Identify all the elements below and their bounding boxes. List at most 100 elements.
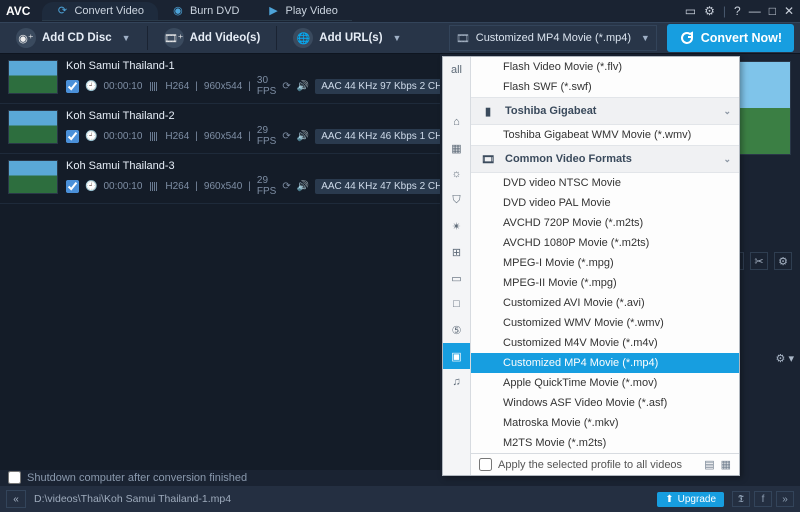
- profile-option[interactable]: MPEG-I Movie (*.mpg): [471, 253, 739, 273]
- profile-option[interactable]: Customized WMV Movie (*.wmv): [471, 313, 739, 333]
- add-cd-disc-button[interactable]: ◉⁺Add CD Disc▼: [6, 24, 141, 52]
- clock-icon: 🕘: [85, 131, 97, 142]
- profile-option[interactable]: Flash Video Movie (*.flv): [471, 57, 739, 77]
- video-checkbox[interactable]: [66, 180, 79, 193]
- profile-option[interactable]: DVD video NTSC Movie: [471, 173, 739, 193]
- video-fps: 29 FPS: [257, 175, 276, 197]
- minimize-button[interactable]: —: [749, 4, 761, 18]
- facebook-icon[interactable]: f: [754, 491, 772, 507]
- video-fps: 29 FPS: [257, 125, 276, 147]
- category-tab[interactable]: ⑤: [443, 317, 470, 343]
- output-settings-icon[interactable]: ⚙ ▾: [776, 352, 794, 365]
- settings-icon[interactable]: ⚙: [704, 4, 715, 18]
- scissors-icon[interactable]: ✂: [750, 252, 768, 270]
- video-resolution: 960x540: [204, 181, 242, 192]
- convert-now-button[interactable]: Convert Now!: [667, 24, 794, 52]
- video-checkbox[interactable]: [66, 80, 79, 93]
- video-item[interactable]: Koh Samui Thailand-1 🕘00:00:10 H264|960x…: [0, 54, 440, 104]
- profile-option[interactable]: MPEG-II Movie (*.mpg): [471, 273, 739, 293]
- speaker-icon: 🔊: [297, 181, 309, 192]
- refresh-icon: ⟳: [56, 5, 68, 17]
- profile-group-header[interactable]: 🎞Common Video Formats⌄: [471, 145, 739, 173]
- profile-option[interactable]: Windows ASF Video Movie (*.asf): [471, 393, 739, 413]
- save-profile-icon[interactable]: ▤: [704, 458, 714, 471]
- profile-option[interactable]: AVCHD 720P Movie (*.m2ts): [471, 213, 739, 233]
- profile-option[interactable]: Customized MP4 Movie (*.mp4): [471, 353, 739, 373]
- maximize-button[interactable]: □: [769, 4, 776, 18]
- profile-option[interactable]: AVCHD 1080P Movie (*.m2ts): [471, 233, 739, 253]
- profile-option[interactable]: Customized AVI Movie (*.avi): [471, 293, 739, 313]
- category-tab[interactable]: ⌂: [443, 109, 470, 135]
- audio-info[interactable]: AAC 44 KHz 97 Kbps 2 CH …: [315, 79, 440, 94]
- upgrade-button[interactable]: ⬆ Upgrade: [657, 492, 724, 507]
- profile-label: Customized MP4 Movie (*.mp4): [476, 32, 635, 44]
- tab-label: Play Video: [286, 5, 338, 17]
- refresh-icon[interactable]: ⟳: [282, 81, 290, 92]
- close-button[interactable]: ✕: [784, 4, 794, 18]
- profile-option[interactable]: Apple QuickTime Movie (*.mov): [471, 373, 739, 393]
- video-checkbox[interactable]: [66, 130, 79, 143]
- profile-dropdown: all⌂▦☼⛉✴⊞▭□⑤▣♫ Flash Video Movie (*.flv)…: [442, 56, 740, 476]
- profile-option[interactable]: Matroska Movie (*.mkv): [471, 413, 739, 433]
- manual-icon[interactable]: ▭: [685, 4, 696, 18]
- chevron-down-icon: ▼: [122, 33, 131, 43]
- video-item[interactable]: Koh Samui Thailand-2 🕘00:00:10 H264|960x…: [0, 104, 440, 154]
- profile-group-header[interactable]: ▮Toshiba Gigabeat⌄: [471, 97, 739, 125]
- chevron-down-icon: ▼: [393, 33, 402, 43]
- refresh-icon[interactable]: ⟳: [282, 181, 290, 192]
- profile-option[interactable]: M2TS Movie (*.m2ts): [471, 433, 739, 453]
- tab-burn-dvd[interactable]: ◉ Burn DVD: [158, 2, 254, 21]
- audio-info[interactable]: AAC 44 KHz 46 Kbps 1 CH …: [315, 129, 440, 144]
- video-title: Koh Samui Thailand-3: [66, 160, 432, 172]
- category-tab[interactable]: ▭: [443, 265, 470, 291]
- video-title: Koh Samui Thailand-2: [66, 110, 432, 122]
- video-item[interactable]: Koh Samui Thailand-3 🕘00:00:10 H264|960x…: [0, 154, 440, 204]
- film-icon: 🎞: [479, 150, 497, 168]
- shutdown-label: Shutdown computer after conversion finis…: [27, 472, 247, 484]
- category-tab[interactable]: ☼: [443, 161, 470, 187]
- video-list: Koh Samui Thailand-1 🕘00:00:10 H264|960x…: [0, 54, 440, 470]
- category-tab[interactable]: all: [443, 57, 470, 83]
- category-tab[interactable]: □: [443, 291, 470, 317]
- profile-option[interactable]: Toshiba Gigabeat WMV Movie (*.wmv): [471, 125, 739, 145]
- profile-option[interactable]: Customized M4V Movie (*.m4v): [471, 333, 739, 353]
- video-thumbnail: [8, 60, 58, 94]
- apply-all-checkbox[interactable]: [479, 458, 492, 471]
- add-videos-button[interactable]: 🎞⁺Add Video(s): [154, 24, 271, 52]
- button-label: Add CD Disc: [42, 32, 112, 44]
- category-tab[interactable]: ⊞: [443, 239, 470, 265]
- tab-label: Burn DVD: [190, 5, 240, 17]
- category-tab[interactable]: [443, 83, 470, 109]
- category-tab[interactable]: ⛉: [443, 187, 470, 213]
- prev-button[interactable]: «: [6, 490, 26, 508]
- shutdown-checkbox[interactable]: [8, 471, 21, 484]
- button-label: Convert Now!: [701, 31, 782, 45]
- clock-icon: 🕘: [85, 81, 97, 92]
- next-button[interactable]: »: [776, 491, 794, 507]
- tab-convert-video[interactable]: ⟳Convert Video: [42, 2, 158, 21]
- film-plus-icon: 🎞⁺: [164, 28, 184, 48]
- video-thumbnail: [8, 160, 58, 194]
- film-icon: 🎞: [450, 32, 476, 45]
- category-tab[interactable]: ✴: [443, 213, 470, 239]
- help-icon[interactable]: ?: [734, 4, 741, 18]
- video-duration: 00:00:10: [103, 181, 142, 192]
- video-resolution: 960x544: [204, 81, 242, 92]
- chevron-down-icon: ▼: [635, 33, 656, 43]
- profile-option[interactable]: Flash SWF (*.swf): [471, 77, 739, 97]
- audio-info[interactable]: AAC 44 KHz 47 Kbps 2 CH …: [315, 179, 440, 194]
- settings-icon[interactable]: ⚙: [774, 252, 792, 270]
- category-tab[interactable]: ▦: [443, 135, 470, 161]
- category-tab[interactable]: ♫: [443, 369, 470, 395]
- output-profile-selector[interactable]: 🎞 Customized MP4 Movie (*.mp4) ▼: [449, 25, 657, 51]
- refresh-icon[interactable]: ⟳: [282, 131, 290, 142]
- video-codec: H264: [165, 81, 189, 92]
- manage-profile-icon[interactable]: ▦: [721, 458, 731, 471]
- category-tab[interactable]: ▣: [443, 343, 470, 369]
- tab-play-video[interactable]: ▶Play Video: [254, 2, 352, 21]
- disc-icon: ◉: [172, 5, 184, 17]
- apply-all-label: Apply the selected profile to all videos: [498, 459, 682, 471]
- add-urls-button[interactable]: 🌐Add URL(s)▼: [283, 24, 411, 52]
- twitter-icon[interactable]: 𝕿: [732, 491, 750, 507]
- profile-option[interactable]: DVD video PAL Movie: [471, 193, 739, 213]
